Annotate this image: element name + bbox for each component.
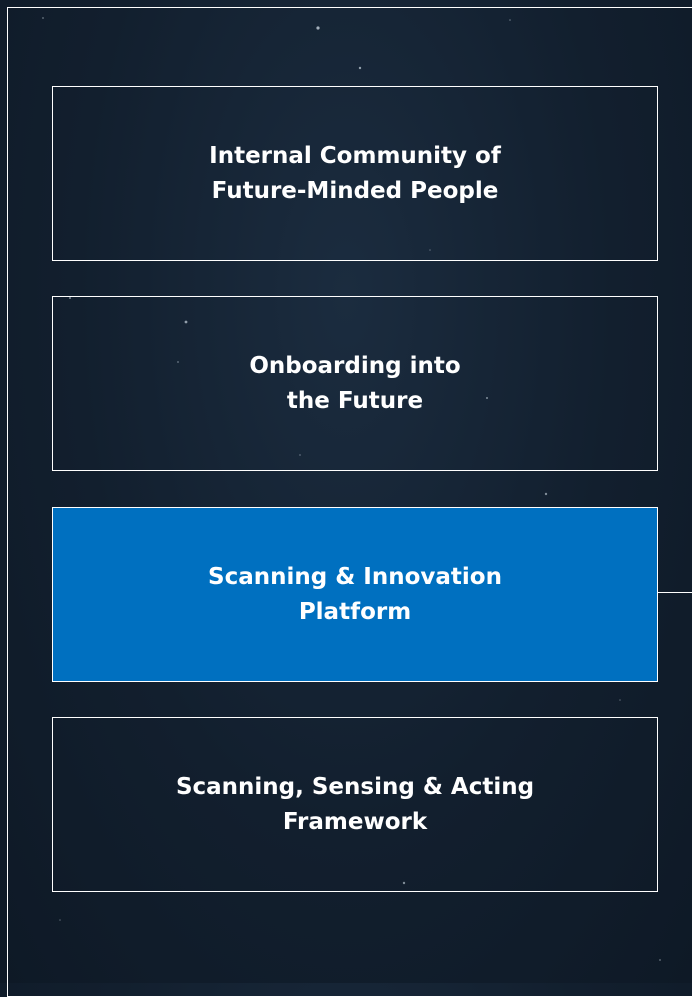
box-label-internal-community: Internal Community of Future-Minded Peop… [209, 143, 501, 204]
box-label-scanning-innovation-platform: Scanning & Innovation Platform [208, 564, 502, 625]
box-scanning-innovation-platform: Scanning & Innovation Platform [52, 507, 658, 682]
box-label-scanning-sensing-acting: Scanning, Sensing & Acting Framework [175, 774, 535, 835]
box-internal-community: Internal Community of Future-Minded Peop… [52, 86, 658, 261]
connector-line [658, 592, 692, 593]
box-label-onboarding: Onboarding into the Future [249, 353, 461, 414]
box-scanning-sensing-acting: Scanning, Sensing & Acting Framework [52, 717, 658, 892]
box-onboarding: Onboarding into the Future [52, 296, 658, 471]
